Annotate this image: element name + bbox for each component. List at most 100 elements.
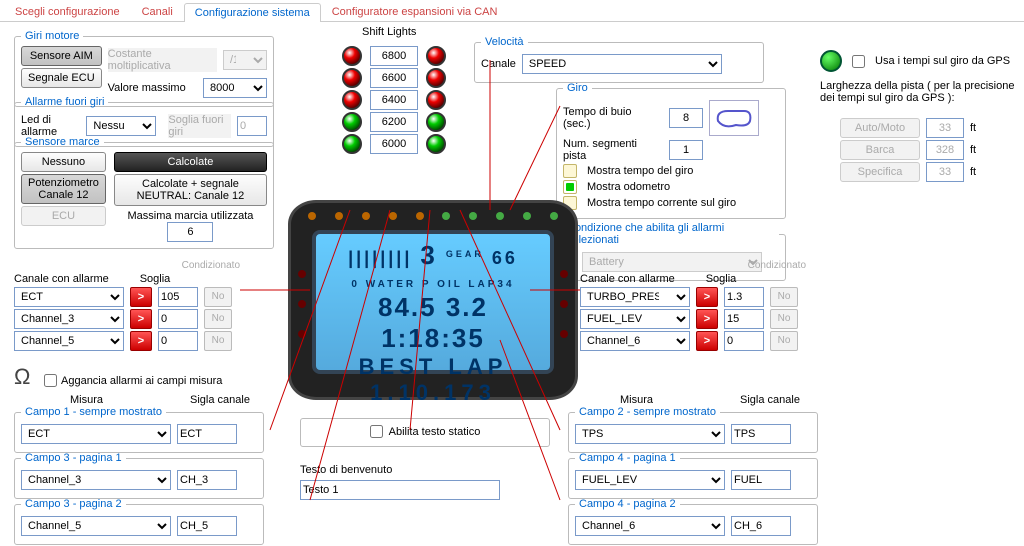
opR0[interactable]: > (696, 287, 718, 307)
noR2[interactable]: No (770, 331, 798, 351)
sv2[interactable]: 6400 (370, 90, 418, 110)
selL0[interactable]: ECT (14, 287, 124, 307)
lbl-mmu: Massima marcia utilizzata (114, 210, 267, 222)
lbl-ns: Num. segmenti pista (563, 138, 663, 162)
lg-marce: Sensore marce (21, 136, 104, 148)
sig-c4b[interactable] (731, 516, 791, 536)
tab-config[interactable]: Scegli configurazione (4, 2, 131, 21)
selR1[interactable]: FUEL_LEV (580, 309, 690, 329)
al-right: Condizionato Canale con allarmeSoglia TU… (580, 260, 810, 353)
sel-c1[interactable]: ECT (21, 424, 171, 444)
noL0[interactable]: No (204, 287, 232, 307)
gps-row: Usa i tempi sul giro da GPS (820, 50, 1010, 72)
selL1[interactable]: Channel_3 (14, 309, 124, 329)
selR2[interactable]: Channel_6 (580, 331, 690, 351)
vL0[interactable] (158, 287, 198, 307)
dashboard-image: |||||||| 3 GEAR 660 WATER P OIL LAP34 84… (288, 200, 578, 400)
opL2[interactable]: > (130, 331, 152, 351)
noL1[interactable]: No (204, 309, 232, 329)
track-icon (709, 100, 759, 136)
hdr-sig-r: Sigla canale (740, 394, 800, 406)
v-barca (926, 140, 964, 160)
vR0[interactable] (724, 287, 764, 307)
in-txt1[interactable] (300, 480, 500, 500)
b-auto[interactable]: Auto/Moto (840, 118, 920, 138)
btn-none[interactable]: Nessuno (21, 152, 106, 172)
sig-c1[interactable] (177, 424, 237, 444)
u2: ft (970, 166, 976, 178)
sel-c4a[interactable]: FUEL_LEV (575, 470, 725, 490)
u0: ft (970, 122, 976, 134)
sig-c2[interactable] (731, 424, 791, 444)
tab-channels[interactable]: Canali (131, 2, 184, 21)
sel-vel[interactable]: SPEED (522, 54, 722, 74)
tab-bar: Scegli configurazione Canali Configurazi… (0, 0, 1024, 22)
btn-pot[interactable]: PotenziometroCanale 12 (21, 174, 106, 204)
chk-aggancia[interactable] (44, 374, 57, 387)
vL1[interactable] (158, 309, 198, 329)
lg-giri: Giri motore (21, 30, 83, 42)
btn-sensore-aim[interactable]: Sensore AIM (21, 46, 102, 66)
btn-calc2[interactable]: Calcolate + segnale NEUTRAL: Canale 12 (114, 174, 267, 206)
lbl-velch: Canale (481, 58, 516, 70)
sig-c4a[interactable] (731, 470, 791, 490)
fs-c2: Campo 2 - sempre mostrato TPS (568, 406, 818, 453)
selL2[interactable]: Channel_5 (14, 331, 124, 351)
chk-ats[interactable] (370, 425, 383, 438)
chk-mtg[interactable] (563, 164, 577, 178)
btn-ecu[interactable]: ECU (21, 206, 106, 226)
sel-led[interactable]: Nessuno (86, 116, 156, 136)
hdr-mis-r: Misura (620, 394, 653, 406)
lbl-condL: Condizionato (14, 260, 244, 271)
sig-c3b[interactable] (177, 516, 237, 536)
gps-led-icon (820, 50, 842, 72)
sv0[interactable]: 6800 (370, 46, 418, 66)
lbl-mtg: Mostra tempo del giro (587, 165, 693, 177)
vR1[interactable] (724, 309, 764, 329)
in-mmu[interactable] (167, 222, 213, 242)
lg-c3a: Campo 3 - pagina 1 (21, 452, 126, 464)
led-icon (426, 134, 446, 154)
shift-title: Shift Lights (362, 26, 416, 38)
tab-system[interactable]: Configurazione sistema (184, 3, 321, 22)
sv4[interactable]: 6000 (370, 134, 418, 154)
noR0[interactable]: No (770, 287, 798, 307)
sel-vmax[interactable]: 8000 (203, 78, 267, 98)
hdr-chL: Canale con allarme (14, 273, 124, 285)
btn-segnale-ecu[interactable]: Segnale ECU (21, 68, 102, 88)
b-spec[interactable]: Specifica (840, 162, 920, 182)
vR2[interactable] (724, 331, 764, 351)
opL1[interactable]: > (130, 309, 152, 329)
sel-c3a[interactable]: Channel_3 (21, 470, 171, 490)
in-sfg (237, 116, 267, 136)
sel-c2[interactable]: TPS (575, 424, 725, 444)
opR1[interactable]: > (696, 309, 718, 329)
selR0[interactable]: TURBO_PRESS (580, 287, 690, 307)
lg-c3b: Campo 3 - pagina 2 (21, 498, 126, 510)
row-aggancia: Aggancia allarmi ai campi misura (44, 374, 222, 387)
opR2[interactable]: > (696, 331, 718, 351)
fs-c4b: Campo 4 - pagina 2 Channel_6 (568, 498, 818, 545)
in-tb[interactable] (669, 108, 703, 128)
lg-vel: Velocità (481, 36, 528, 48)
opL0[interactable]: > (130, 287, 152, 307)
vL2[interactable] (158, 331, 198, 351)
lbl-condR: Condizionato (580, 260, 810, 271)
lbl-tbv: Testo di benvenuto (300, 464, 392, 476)
tab-can[interactable]: Configuratore espansioni via CAN (321, 2, 509, 21)
fs-c3a: Campo 3 - pagina 1 Channel_3 (14, 452, 264, 499)
sig-c3a[interactable] (177, 470, 237, 490)
chk-mo[interactable] (563, 180, 577, 194)
in-ns[interactable] (669, 140, 703, 160)
led-icon (426, 112, 446, 132)
b-barca[interactable]: Barca (840, 140, 920, 160)
sv3[interactable]: 6200 (370, 112, 418, 132)
sv1[interactable]: 6600 (370, 68, 418, 88)
noL2[interactable]: No (204, 331, 232, 351)
chk-gps[interactable] (852, 55, 865, 68)
sel-c4b[interactable]: Channel_6 (575, 516, 725, 536)
btn-calc[interactable]: Calcolate (114, 152, 267, 172)
noR1[interactable]: No (770, 309, 798, 329)
lbl-aggancia: Aggancia allarmi ai campi misura (61, 375, 222, 387)
sel-c3b[interactable]: Channel_5 (21, 516, 171, 536)
